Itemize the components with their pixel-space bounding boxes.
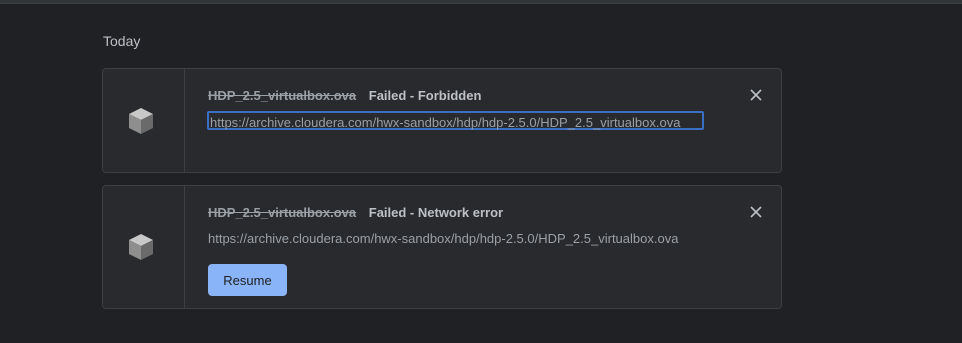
- file-name[interactable]: HDP_2.5_virtualbox.ova: [208, 205, 356, 220]
- close-icon[interactable]: [749, 205, 763, 219]
- download-item: HDP_2.5_virtualbox.ova Failed - Network …: [102, 185, 782, 309]
- top-divider: [0, 0, 962, 4]
- file-icon-column: [103, 69, 185, 172]
- file-icon-column: [103, 186, 185, 308]
- download-item: HDP_2.5_virtualbox.ova Failed - Forbidde…: [102, 68, 782, 173]
- source-url-link[interactable]: https://archive.cloudera.com/hwx-sandbox…: [208, 231, 678, 246]
- package-icon: [129, 108, 153, 134]
- download-title: HDP_2.5_virtualbox.ova Failed - Network …: [208, 205, 503, 220]
- date-group-label: Today: [103, 33, 141, 49]
- download-title: HDP_2.5_virtualbox.ova Failed - Forbidde…: [208, 88, 481, 103]
- download-status: Failed - Forbidden: [368, 88, 482, 103]
- file-name[interactable]: HDP_2.5_virtualbox.ova: [208, 88, 356, 103]
- package-icon: [129, 234, 153, 260]
- download-status: Failed - Network error: [368, 205, 504, 220]
- resume-button[interactable]: Resume: [208, 264, 287, 296]
- source-url-link[interactable]: https://archive.cloudera.com/hwx-sandbox…: [207, 111, 704, 130]
- close-icon[interactable]: [749, 88, 763, 102]
